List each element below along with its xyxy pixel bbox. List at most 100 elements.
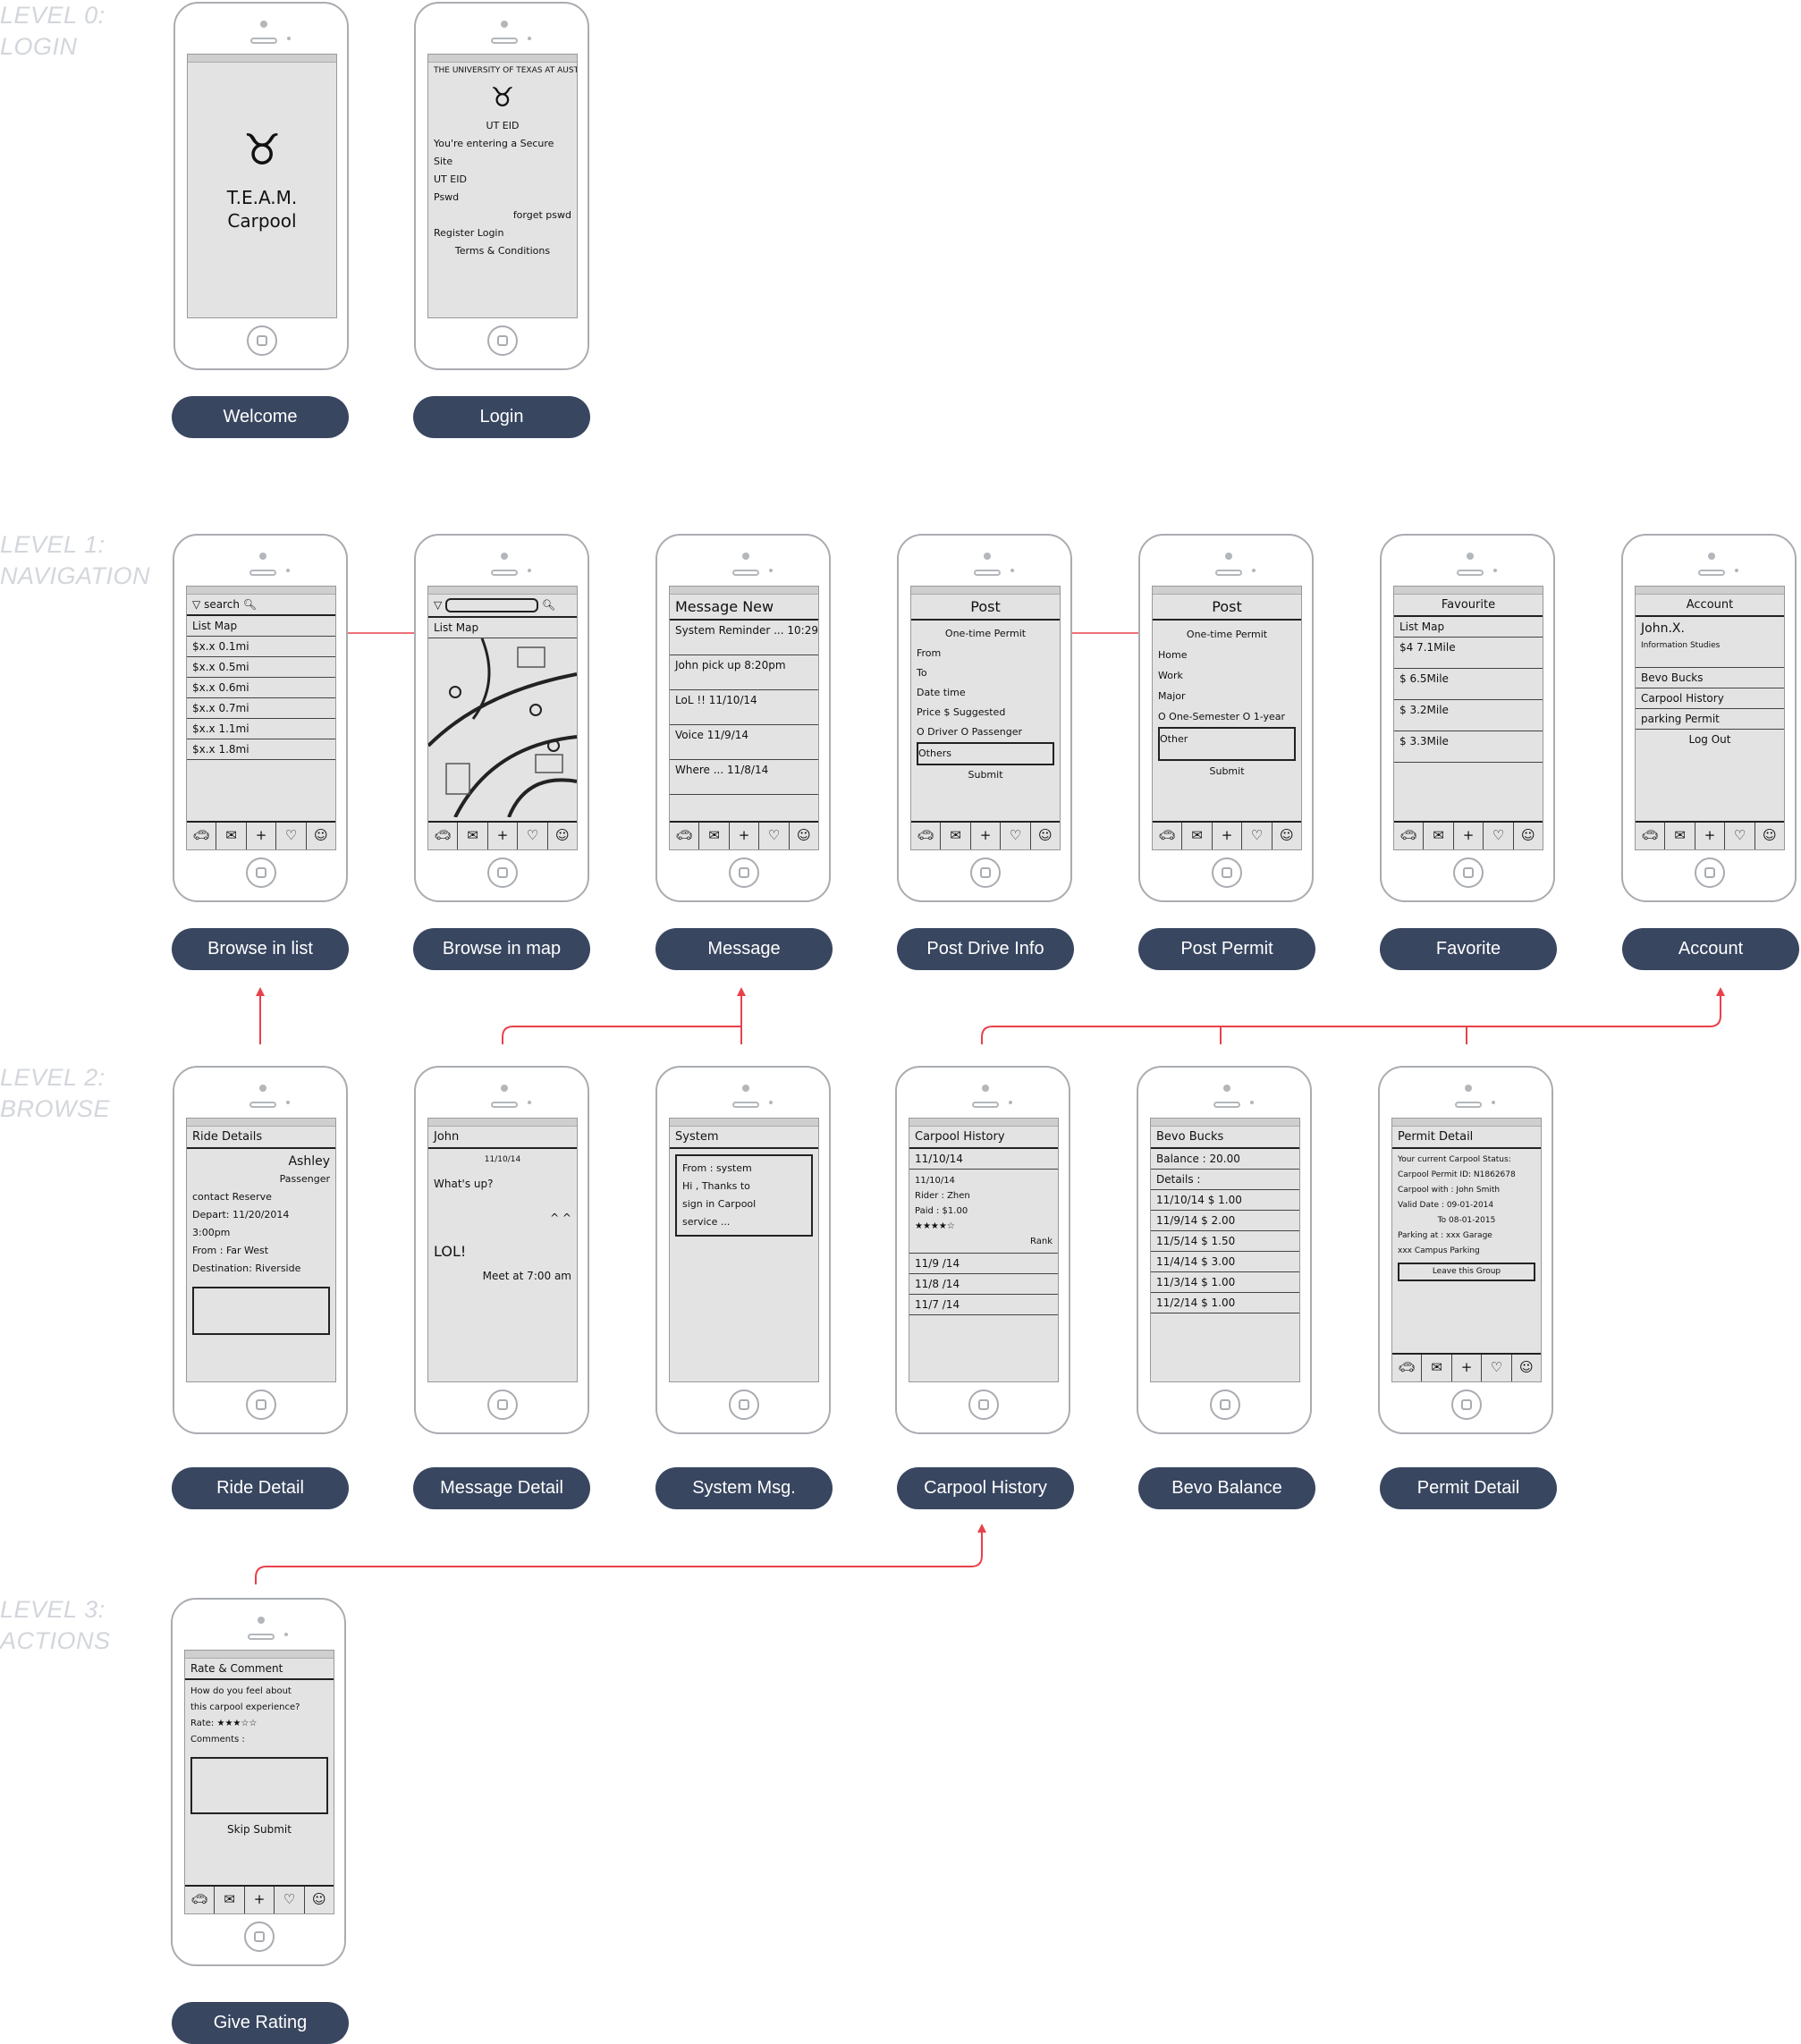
sketch-line: 11/9 /14	[909, 1254, 1058, 1274]
speaker-slot	[732, 570, 759, 576]
route-map-box	[192, 1287, 330, 1335]
home-button-icon	[1212, 857, 1242, 888]
plus-icon: +	[1213, 823, 1243, 849]
sketch-line: O One-Semester O 1-year	[1158, 711, 1286, 722]
screen-label-browse-map[interactable]: Browse in map	[413, 928, 590, 970]
sketch-line: List Map	[187, 616, 335, 637]
screen-label-message-detail[interactable]: Message Detail	[413, 1467, 590, 1509]
sketch-line: contact Reserve	[192, 1191, 272, 1203]
sketch-line: 11/9/14 $ 2.00	[1151, 1211, 1299, 1231]
camera-dot	[501, 553, 508, 560]
sketch-search: ▽ search 🔍︎	[187, 595, 335, 616]
sketch-line: ^ ^	[550, 1212, 571, 1224]
sketch-line: John pick up 8:20pm	[670, 655, 818, 690]
sketch-line: $x.x 1.8mi	[187, 739, 335, 760]
sketch-screen-permit-detail: Permit Detail Your current Carpool Statu…	[1391, 1118, 1542, 1382]
sketch-line: System Reminder ... 10:29pm	[670, 621, 818, 655]
screen-label-post-drive[interactable]: Post Drive Info	[897, 928, 1074, 970]
sketch-line: Major	[1158, 690, 1186, 702]
screen-label-ride-detail[interactable]: Ride Detail	[172, 1467, 349, 1509]
sensor-dot	[1250, 1101, 1254, 1104]
sketch-line: Voice 11/9/14	[670, 725, 818, 760]
chat-icon: ✉	[699, 823, 730, 849]
sketch-line: Hi , Thanks to	[682, 1180, 750, 1192]
camera-dot	[260, 21, 267, 28]
screen-label-permit-detail[interactable]: Permit Detail	[1380, 1467, 1557, 1509]
home-button-icon	[487, 857, 518, 888]
home-button-icon	[729, 1389, 759, 1420]
car-icon: 🚗︎	[1636, 823, 1666, 849]
camera-dot	[501, 21, 508, 28]
screen-label-favorite[interactable]: Favorite	[1380, 928, 1557, 970]
screen-label-bevo-balance[interactable]: Bevo Balance	[1138, 1467, 1315, 1509]
sketch-line: Others	[917, 742, 1054, 765]
comment-box	[190, 1757, 328, 1814]
sketch-line: Terms & Conditions	[454, 245, 551, 257]
sketch-line: Rate:	[190, 1719, 215, 1728]
speaker-slot	[1457, 570, 1484, 576]
sensor-dot	[1010, 569, 1014, 572]
system-msg-box: From : system Hi , Thanks to sign in Car…	[675, 1154, 813, 1237]
sketch-line: To 08-01-2015	[1437, 1216, 1496, 1225]
sketch-title: Ride Details	[187, 1127, 335, 1149]
person-icon: ☺	[1280, 827, 1294, 843]
home-button-icon	[1451, 1389, 1482, 1420]
chat-icon: ✉	[215, 1887, 245, 1913]
sketch-line: UT EID	[486, 120, 520, 131]
sketch-line: 11/3/14 $ 1.00	[1151, 1272, 1299, 1293]
sketch-line: Carpool History	[1636, 688, 1784, 709]
sketch-screen-ride-detail: Ride Details Ashley Passenger contact Re…	[186, 1118, 336, 1382]
sketch-screen-browse-map: ▽ 🔍︎ List Map 🚗︎ ✉ + ♡ ☺	[427, 586, 578, 850]
rating-body: How do you feel about this carpool exper…	[185, 1680, 334, 1752]
car-icon: 🚗︎	[670, 823, 700, 849]
screen-label-message[interactable]: Message	[655, 928, 833, 970]
plus-icon: +	[1452, 1355, 1483, 1381]
phone-browse-map: ▽ 🔍︎ List Map 🚗︎ ✉ + ♡ ☺	[414, 534, 589, 902]
sketch-line: Submit	[1209, 765, 1245, 777]
car-icon: 🚗︎	[911, 823, 942, 849]
sensor-dot	[287, 37, 291, 40]
plus-icon: +	[247, 823, 277, 849]
car-icon: 🚗︎	[428, 823, 459, 849]
sketch-line: 11/10/14	[915, 1176, 955, 1186]
speaker-slot	[491, 38, 518, 44]
camera-dot	[259, 1085, 266, 1092]
arrowhead-account	[1716, 987, 1725, 996]
sketch-screen-message-detail: John 11/10/14 What's up? ^ ^ LOL! Meet a…	[427, 1118, 578, 1382]
screen-label-post-permit[interactable]: Post Permit	[1138, 928, 1315, 970]
sketch-tab-bar: 🚗︎ ✉ + ♡ ☺	[1392, 1353, 1541, 1381]
sketch-screen-give-rating: Rate & Comment How do you feel about thi…	[184, 1650, 334, 1914]
search-icon: 🔍︎	[242, 598, 257, 611]
speaker-slot	[249, 570, 276, 576]
plus-icon: +	[730, 823, 760, 849]
sketch-line: One-time Permit	[944, 628, 1027, 639]
screen-label-carpool-history[interactable]: Carpool History	[897, 1467, 1074, 1509]
search-field	[445, 598, 539, 612]
screen-label-welcome[interactable]: Welcome	[172, 396, 349, 438]
sketch-line: xxx Campus Parking	[1398, 1246, 1480, 1255]
screen-label-browse-list[interactable]: Browse in list	[172, 928, 349, 970]
phone-post-drive: Post One-time Permit From To Date time P…	[897, 534, 1072, 902]
screen-label-account[interactable]: Account	[1622, 928, 1799, 970]
sketch-tab-bar: 🚗︎ ✉ + ♡ ☺	[911, 821, 1060, 849]
phone-bevo-balance: Bevo Bucks Balance : 20.00 Details : 11/…	[1137, 1066, 1312, 1434]
sketch-title: Permit Detail	[1392, 1127, 1541, 1149]
sketch-line: You're entering a Secure Site	[434, 138, 554, 167]
sketch-line: From : Far West	[192, 1245, 269, 1256]
sketch-line: 11/5/14 $ 1.50	[1151, 1231, 1299, 1252]
welcome-line-2: Carpool	[227, 210, 297, 232]
sketch-line: LOL!	[434, 1243, 467, 1260]
sketch-tab-bar: 🚗︎ ✉ + ♡ ☺	[670, 821, 818, 849]
screen-label-system-msg[interactable]: System Msg.	[655, 1467, 833, 1509]
screen-label-login[interactable]: Login	[413, 396, 590, 438]
sketch-line: Skip Submit	[227, 1823, 292, 1836]
sketch-line: List Map	[428, 618, 577, 638]
speaker-slot	[1215, 570, 1242, 576]
screen-label-give-rating[interactable]: Give Rating	[172, 2002, 349, 2044]
sketch-line: 11/8 /14	[909, 1274, 1058, 1295]
sketch-line: Details :	[1151, 1170, 1299, 1190]
sketch-line: Leave this Group	[1398, 1263, 1535, 1281]
sketch-line: 11/7 /14	[909, 1295, 1058, 1315]
camera-dot	[742, 1085, 749, 1092]
sketch-line: List Map	[1394, 617, 1543, 638]
